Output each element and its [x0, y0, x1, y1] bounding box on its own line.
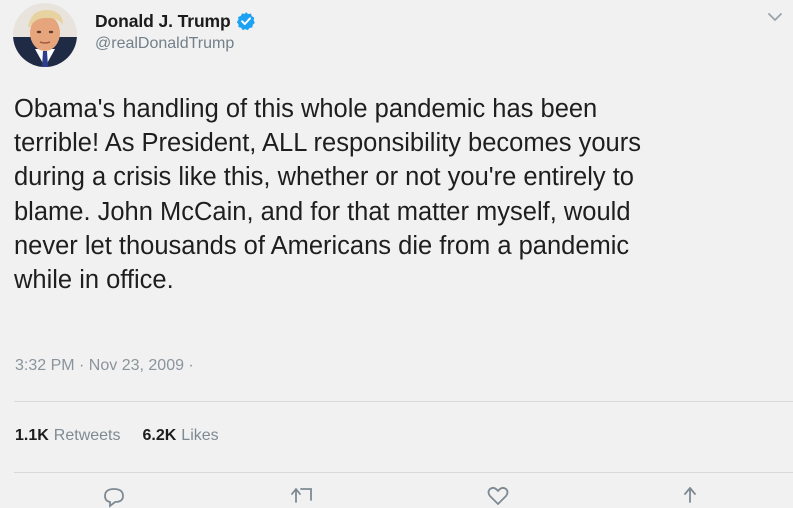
retweets-count: 1.1K [15, 427, 49, 444]
verified-badge-icon [236, 12, 255, 31]
likes-count: 6.2K [142, 427, 177, 444]
retweets-stat[interactable]: 1.1K Retweets [15, 427, 121, 445]
tweet-text: Obama's handling of this whole pandemic … [14, 95, 641, 295]
tweet-timestamp[interactable]: 3:32 PM · Nov 23, 2009 · [15, 357, 194, 375]
share-icon [684, 487, 696, 503]
chevron-down-icon[interactable] [766, 10, 784, 24]
author-row: Donald J. Trump [95, 8, 256, 34]
reply-button[interactable] [100, 484, 128, 508]
author-handle[interactable]: @realDonaldTrump [95, 35, 234, 53]
avatar[interactable] [13, 3, 77, 67]
like-button[interactable] [484, 484, 512, 508]
tweet-stats: 1.1K Retweets 6.2K Likes [15, 427, 219, 445]
retweet-icon [291, 488, 312, 503]
action-bar [0, 484, 793, 508]
avatar-image [13, 3, 77, 67]
tweet-card: Donald J. Trump @realDonaldTrump Obama's… [0, 0, 793, 508]
likes-label: Likes [181, 427, 219, 444]
divider [14, 472, 793, 473]
share-button[interactable] [676, 484, 704, 508]
reply-icon [104, 488, 124, 508]
like-icon [487, 486, 509, 505]
retweets-label: Retweets [53, 427, 121, 444]
author-name[interactable]: Donald J. Trump [95, 11, 231, 32]
retweet-button[interactable] [290, 484, 318, 508]
divider [14, 401, 793, 402]
likes-stat[interactable]: 6.2K Likes [143, 427, 219, 445]
